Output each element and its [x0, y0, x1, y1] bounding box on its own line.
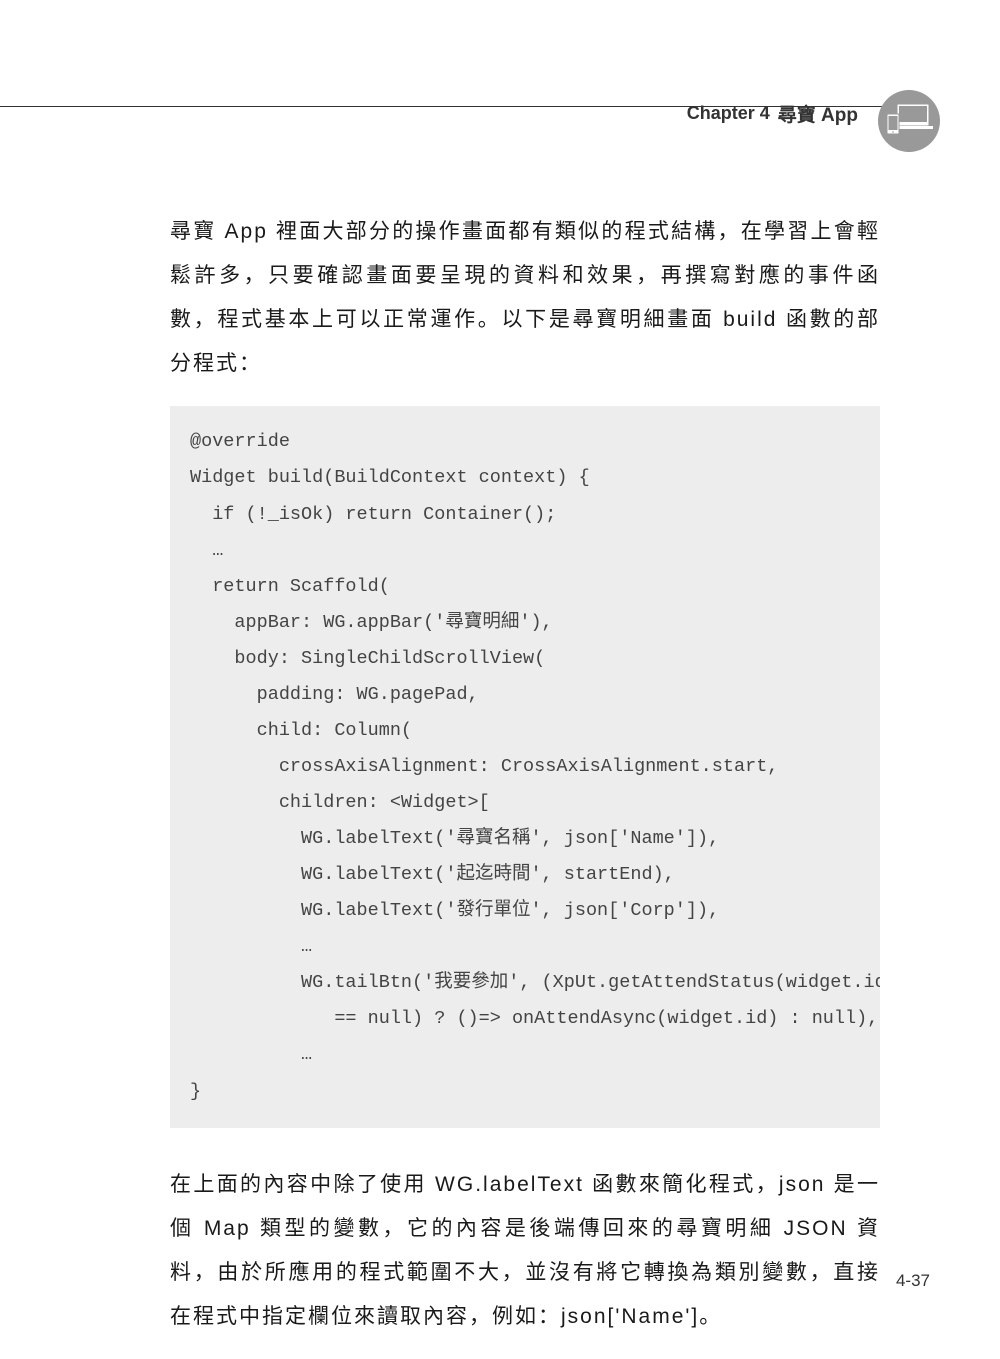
chapter-number: 4: [760, 103, 770, 123]
page-header: Chapter 4 尋寶 App: [0, 75, 1000, 152]
code-block: @override Widget build(BuildContext cont…: [170, 406, 880, 1127]
chapter-title: 尋寶 App: [778, 100, 858, 127]
intro-paragraph: 尋寶 App 裡面大部分的操作畫面都有類似的程式結構，在學習上會輕鬆許多，只要確…: [170, 210, 880, 386]
page-number: 4-37: [896, 1271, 930, 1291]
explanation-paragraph: 在上面的內容中除了使用 WG.labelText 函數來簡化程式，json 是一…: [170, 1163, 880, 1339]
chapter-label: Chapter 4: [687, 103, 770, 124]
devices-icon: [878, 90, 940, 152]
page-content: 尋寶 App 裡面大部分的操作畫面都有類似的程式結構，在學習上會輕鬆許多，只要確…: [170, 210, 880, 1359]
chapter-label-text: Chapter: [687, 103, 755, 123]
